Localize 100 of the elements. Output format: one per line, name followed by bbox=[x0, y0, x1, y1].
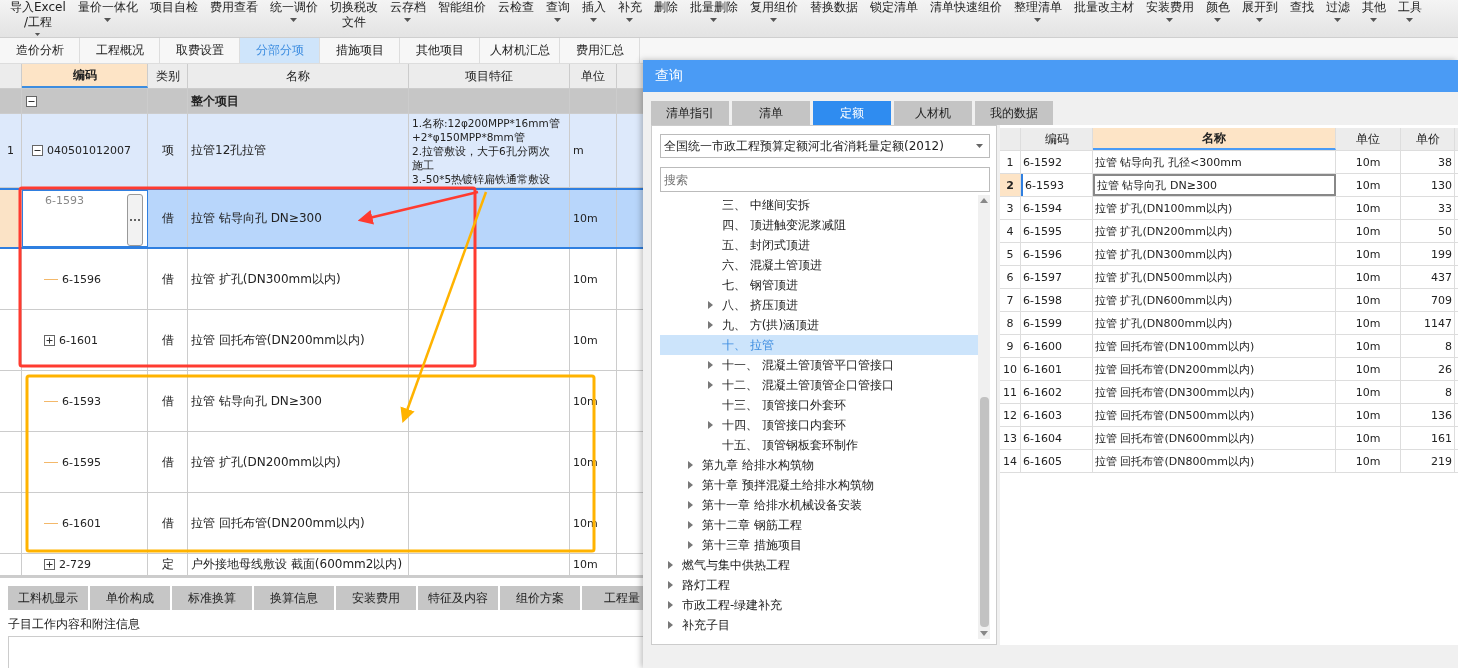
result-row[interactable]: 11 6-1602 拉管 回托布管(DN300mm以内) 10m 8 bbox=[1000, 381, 1458, 404]
tab[interactable]: 人材机 bbox=[894, 101, 972, 125]
scrollbar[interactable] bbox=[978, 195, 990, 639]
toolbar-button[interactable]: 颜色 bbox=[1203, 0, 1232, 36]
toolbar-button[interactable]: 删除 bbox=[651, 0, 680, 36]
column-header[interactable]: 名称 bbox=[1093, 128, 1336, 150]
column-header[interactable]: 项目特征 bbox=[409, 64, 570, 88]
expand-arrow-icon[interactable] bbox=[688, 461, 693, 469]
tab[interactable]: 清单指引 bbox=[651, 101, 729, 125]
toolbar-button[interactable]: 锁定清单 bbox=[867, 0, 920, 36]
tree-item[interactable]: 燃气与集中供热工程 bbox=[660, 555, 978, 575]
tab[interactable]: 费用汇总 bbox=[560, 38, 640, 63]
tab[interactable]: 清单 bbox=[732, 101, 810, 125]
toolbar-button[interactable]: 展开到 bbox=[1239, 0, 1280, 36]
expand-arrow-icon[interactable] bbox=[708, 361, 713, 369]
tree-item[interactable]: 十五、 顶管钢板套环制作 bbox=[660, 435, 978, 455]
column-header[interactable]: 单价 bbox=[1401, 128, 1455, 150]
toolbar-button[interactable]: 工具 bbox=[1395, 0, 1424, 36]
tree-item[interactable]: 十二、 混凝土管顶管企口管接口 bbox=[660, 375, 978, 395]
library-dropdown[interactable]: 全国统一市政工程预算定额河北省消耗量定额(2012) bbox=[660, 134, 990, 158]
column-header[interactable]: 名称 bbox=[188, 64, 409, 88]
tree-item[interactable]: 十四、 顶管接口内套环 bbox=[660, 415, 978, 435]
row-header[interactable]: 1 bbox=[0, 114, 22, 187]
column-header[interactable]: 类别 bbox=[148, 64, 188, 88]
toolbar-button[interactable]: 项目自检 bbox=[147, 0, 200, 36]
result-row[interactable]: 8 6-1599 拉管 扩孔(DN800mm以内) 10m 1147 bbox=[1000, 312, 1458, 335]
tree-item[interactable]: 五、 封闭式顶进 bbox=[660, 235, 978, 255]
tree-item[interactable]: 第九章 给排水构筑物 bbox=[660, 455, 978, 475]
tab[interactable]: 单价构成 bbox=[90, 586, 170, 610]
tree-item[interactable]: 七、 钢管顶进 bbox=[660, 275, 978, 295]
tree-item[interactable]: 市政工程-绿建补充 bbox=[660, 595, 978, 615]
collapse-icon[interactable] bbox=[32, 145, 43, 156]
expand-arrow-icon[interactable] bbox=[688, 521, 693, 529]
toolbar-button[interactable]: 安装费用 bbox=[1143, 0, 1196, 36]
expand-arrow-icon[interactable] bbox=[668, 621, 673, 629]
toolbar-button[interactable]: 查找 bbox=[1287, 0, 1316, 36]
toolbar-button[interactable]: 导入Excel /工程 bbox=[8, 0, 68, 36]
tab[interactable]: 其他项目 bbox=[400, 38, 480, 63]
tab[interactable]: 组价方案 bbox=[500, 586, 580, 610]
toolbar-button[interactable]: 费用查看 bbox=[207, 0, 260, 36]
result-row[interactable]: 14 6-1605 拉管 回托布管(DN800mm以内) 10m 219 bbox=[1000, 450, 1458, 473]
tree-item[interactable]: 路灯工程 bbox=[660, 575, 978, 595]
result-row[interactable]: 4 6-1595 拉管 扩孔(DN200mm以内) 10m 50 bbox=[1000, 220, 1458, 243]
expand-arrow-icon[interactable] bbox=[688, 501, 693, 509]
expand-arrow-icon[interactable] bbox=[668, 561, 673, 569]
expand-arrow-icon[interactable] bbox=[668, 601, 673, 609]
toolbar-button[interactable]: 其他 bbox=[1359, 0, 1388, 36]
tree-item[interactable]: 第十一章 给排水机械设备安装 bbox=[660, 495, 978, 515]
tree-item[interactable]: 十三、 顶管接口外套环 bbox=[660, 395, 978, 415]
tab[interactable]: 工程概况 bbox=[80, 38, 160, 63]
toolbar-button[interactable]: 云存档 bbox=[387, 0, 428, 36]
column-header[interactable]: 编码 bbox=[22, 64, 148, 88]
toolbar-button[interactable]: 统一调价 bbox=[267, 0, 320, 36]
tab[interactable]: 安装费用 bbox=[336, 586, 416, 610]
tree-item[interactable]: 第十二章 钢筋工程 bbox=[660, 515, 978, 535]
tab[interactable]: 人材机汇总 bbox=[480, 38, 560, 63]
more-button[interactable] bbox=[127, 194, 143, 246]
result-row[interactable]: 3 6-1594 拉管 扩孔(DN100mm以内) 10m 33 bbox=[1000, 197, 1458, 220]
tab[interactable]: 我的数据 bbox=[975, 101, 1053, 125]
toolbar-button[interactable]: 整理清单 bbox=[1011, 0, 1064, 36]
expand-arrow-icon[interactable] bbox=[668, 581, 673, 589]
toolbar-button[interactable]: 批量删除 bbox=[687, 0, 740, 36]
expand-arrow-icon[interactable] bbox=[708, 301, 713, 309]
column-header[interactable]: 单位 bbox=[570, 64, 617, 88]
expand-arrow-icon[interactable] bbox=[708, 421, 713, 429]
collapse-icon[interactable] bbox=[26, 95, 37, 107]
tab[interactable]: 特征及内容 bbox=[418, 586, 498, 610]
toolbar-button[interactable]: 查询 bbox=[543, 0, 572, 36]
toolbar-button[interactable]: 智能组价 bbox=[435, 0, 488, 36]
tree-item[interactable]: 补充子目 bbox=[660, 615, 978, 635]
column-header[interactable]: 单位 bbox=[1336, 128, 1401, 150]
tab[interactable]: 标准换算 bbox=[172, 586, 252, 610]
tab[interactable]: 换算信息 bbox=[254, 586, 334, 610]
result-row[interactable]: 9 6-1600 拉管 回托布管(DN100mm以内) 10m 8 bbox=[1000, 335, 1458, 358]
expand-icon[interactable] bbox=[44, 334, 55, 346]
expand-arrow-icon[interactable] bbox=[688, 541, 693, 549]
toolbar-button[interactable]: 插入 bbox=[579, 0, 608, 36]
toolbar-button[interactable]: 云检查 bbox=[495, 0, 536, 36]
result-row[interactable]: 10 6-1601 拉管 回托布管(DN200mm以内) 10m 26 bbox=[1000, 358, 1458, 381]
tab[interactable]: 造价分析 bbox=[0, 38, 80, 63]
toolbar-button[interactable]: 批量改主材 bbox=[1071, 0, 1136, 36]
expand-icon[interactable] bbox=[44, 559, 55, 570]
result-row[interactable]: 6 6-1597 拉管 扩孔(DN500mm以内) 10m 437 bbox=[1000, 266, 1458, 289]
scroll-down-arrow-icon[interactable] bbox=[980, 631, 988, 636]
toolbar-button[interactable]: 切换税改 文件 bbox=[327, 0, 380, 36]
tree-item[interactable]: 三、 中继间安拆 bbox=[660, 195, 978, 215]
tree-item[interactable]: 第十三章 措施项目 bbox=[660, 535, 978, 555]
expand-arrow-icon[interactable] bbox=[688, 481, 693, 489]
scroll-up-arrow-icon[interactable] bbox=[980, 198, 988, 203]
result-row[interactable]: 5 6-1596 拉管 扩孔(DN300mm以内) 10m 199 bbox=[1000, 243, 1458, 266]
tab[interactable]: 措施项目 bbox=[320, 38, 400, 63]
toolbar-button[interactable]: 补充 bbox=[615, 0, 644, 36]
tab[interactable]: 工料机显示 bbox=[8, 586, 88, 610]
toolbar-button[interactable]: 过滤 bbox=[1323, 0, 1352, 36]
search-field[interactable]: 搜索 bbox=[660, 167, 990, 192]
tree-item[interactable]: 六、 混凝土管顶进 bbox=[660, 255, 978, 275]
toolbar-button[interactable]: 量价一体化 bbox=[75, 0, 140, 36]
result-row[interactable]: 1 6-1592 拉管 钻导向孔 孔径<300mm 10m 38 bbox=[1000, 151, 1458, 174]
result-row[interactable]: 12 6-1603 拉管 回托布管(DN500mm以内) 10m 136 bbox=[1000, 404, 1458, 427]
toolbar-button[interactable]: 替换数据 bbox=[807, 0, 860, 36]
